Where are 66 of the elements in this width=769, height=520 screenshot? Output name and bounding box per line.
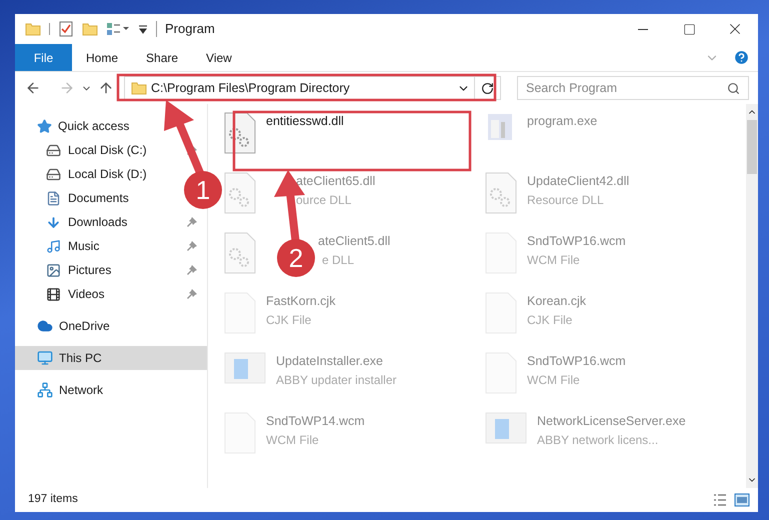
ribbon-tab[interactable]: Home (72, 44, 132, 71)
download-icon (46, 214, 61, 230)
file-type: CJK File (527, 312, 572, 329)
sidebar-item[interactable]: Downloads (15, 210, 207, 234)
new-folder-icon (82, 21, 98, 37)
customize-caret-icon[interactable] (138, 24, 148, 34)
ribbon-tab[interactable]: View (192, 44, 246, 71)
file-type: e DLL (322, 252, 354, 269)
file-type: WCM File (266, 432, 319, 449)
file-menu-button[interactable]: File (15, 44, 72, 71)
file-type: CJK File (266, 312, 312, 329)
music-icon (46, 238, 61, 254)
back-icon[interactable] (25, 80, 41, 96)
ribbon-tab[interactable]: Share (132, 44, 192, 71)
film-icon (46, 286, 61, 302)
search-placeholder: Search Program (526, 80, 618, 97)
sidebar-item[interactable]: Documents (15, 186, 131, 210)
file-name[interactable]: entitiesswd.dll (266, 112, 344, 131)
large-icons-view-icon[interactable] (734, 492, 750, 508)
star-icon (37, 118, 52, 134)
maximize-icon (682, 22, 696, 36)
sidebar-item[interactable]: Quick access (15, 114, 207, 138)
sidebar-item[interactable]: OneDrive (15, 314, 207, 338)
item-count: 197 items (28, 492, 78, 508)
address-bar[interactable]: C:\Program Files\Program Directory (124, 76, 501, 100)
window-icon (485, 412, 527, 444)
scrollbar[interactable] (746, 104, 758, 488)
checklist-icon[interactable] (58, 21, 74, 37)
file-type: ource DLL (296, 192, 352, 209)
sidebar-item[interactable]: Network (15, 378, 207, 402)
window-title: Program (165, 20, 215, 38)
address-path: C:\Program Files\Program Directory (151, 80, 350, 97)
sidebar-item[interactable]: Local Disk (D:) (15, 162, 149, 186)
refresh-icon[interactable] (481, 82, 494, 94)
sidebar-item[interactable]: Music (15, 234, 207, 258)
cloud-icon (37, 318, 53, 334)
document-icon (46, 190, 61, 206)
file-type: ABBY updater installer (276, 372, 397, 389)
drive-icon (46, 142, 61, 158)
gear-file-icon (224, 172, 256, 214)
folder-icon (25, 21, 41, 37)
search-icon (727, 82, 740, 94)
sidebar-item[interactable]: Videos (15, 282, 207, 306)
computer-icon (37, 350, 53, 366)
minimize-icon (638, 28, 648, 30)
step-badge: 2 (277, 239, 315, 277)
gear-file-icon (485, 172, 517, 214)
gear-file-icon (224, 232, 256, 274)
search-field[interactable]: Search Program (517, 76, 749, 100)
sidebar-item[interactable]: This PC (15, 346, 207, 370)
help-icon[interactable] (733, 49, 750, 66)
drive-icon (46, 166, 61, 182)
folder-icon (131, 80, 147, 96)
file-type: WCM File (527, 372, 580, 389)
up-icon[interactable] (98, 80, 114, 96)
step-badge: 1 (184, 171, 222, 209)
file-type: WCM File (527, 252, 580, 269)
properties-icon[interactable] (106, 21, 130, 37)
file-type: Resource DLL (527, 192, 604, 209)
network-icon (37, 382, 53, 398)
sidebar-item[interactable]: Pictures (15, 258, 207, 282)
scroll-thumb[interactable] (747, 120, 757, 174)
picture-icon (46, 262, 61, 278)
window-icon (224, 352, 266, 384)
details-view-icon[interactable] (712, 492, 728, 508)
file-type: ABBY network licens... (537, 432, 658, 449)
